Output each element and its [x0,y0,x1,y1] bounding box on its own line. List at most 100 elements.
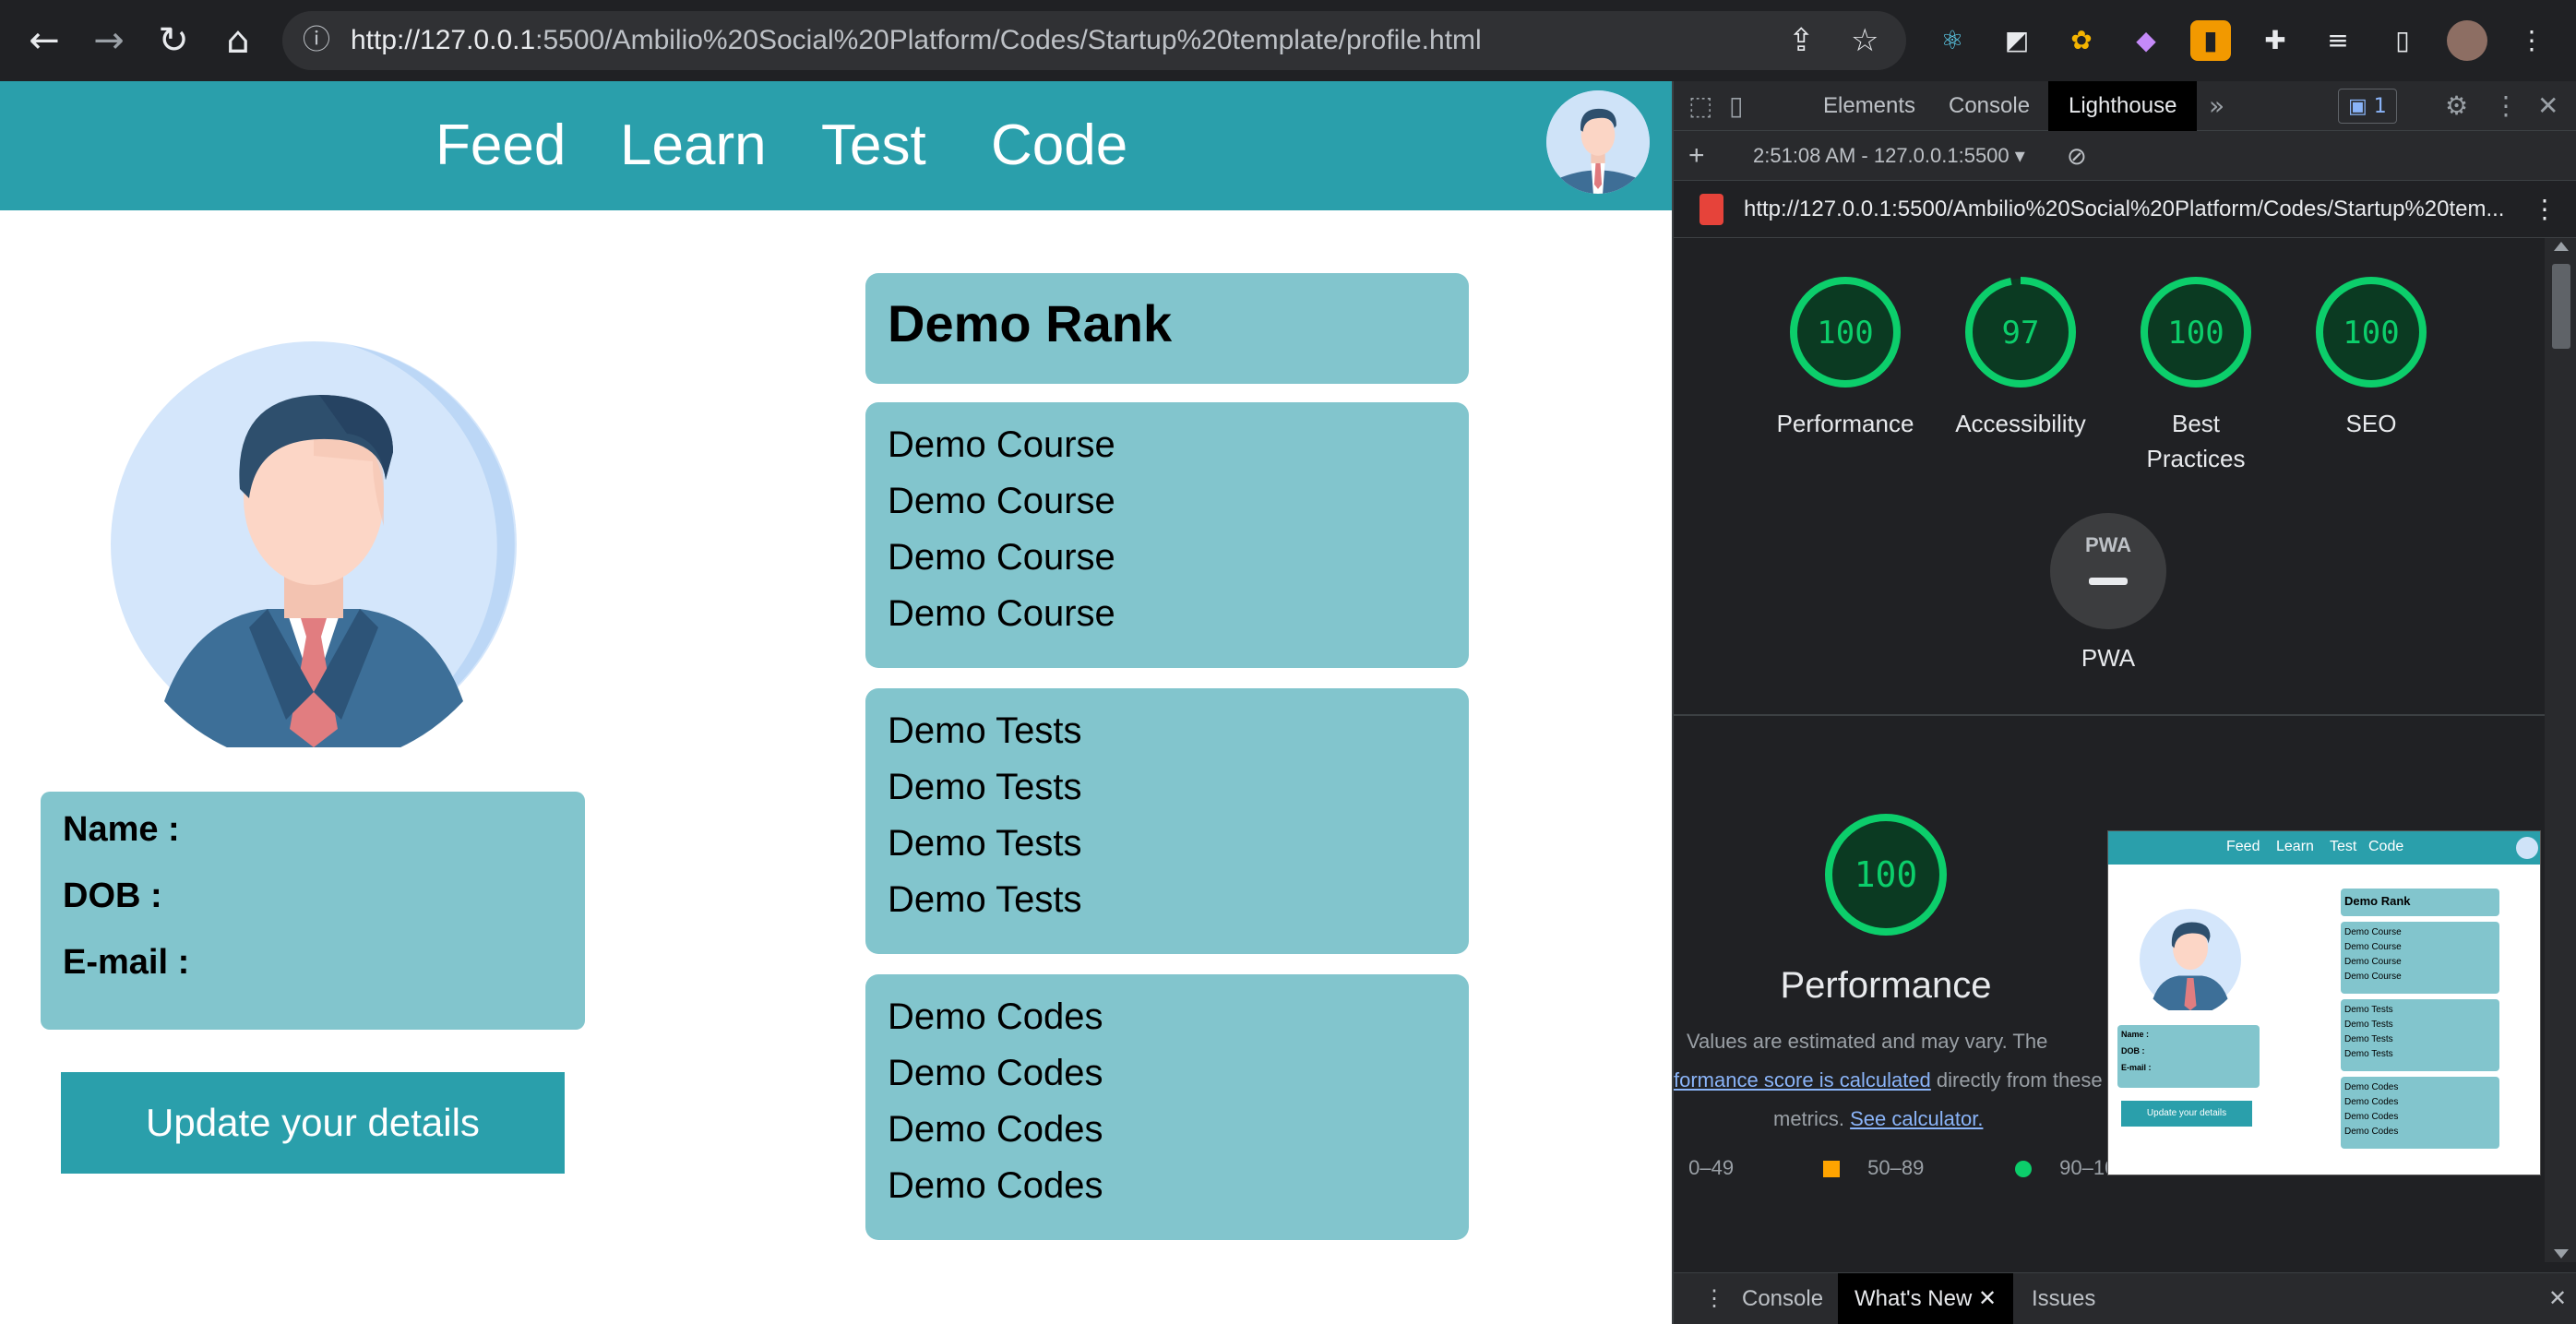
close-drawer-icon[interactable]: ✕ [2532,1273,2576,1324]
nav-link-feed[interactable]: Feed [435,109,566,183]
test-item[interactable]: Demo Tests [888,703,1081,758]
thumb-dob: DOB : [2121,1046,2145,1056]
address-bar[interactable]: ⓘ http://127.0.0.1:5500/Ambilio%20Social… [282,11,1906,70]
legend-average-icon [1823,1161,1840,1178]
code-item[interactable]: Demo Codes [888,989,1103,1044]
more-tabs-icon[interactable]: » [2209,81,2224,131]
scrollbar-thumb[interactable] [2552,264,2570,349]
report-url[interactable]: http://127.0.0.1:5500/Ambilio%20Social%2… [1744,181,2504,238]
test-item[interactable]: Demo Tests [888,816,1081,871]
course-item[interactable]: Demo Course [888,586,1115,641]
side-panel-icon[interactable]: ▯ [2382,20,2423,61]
thumb-test: Demo Tests [2344,1005,2393,1015]
inspect-element-icon[interactable]: ⬚ [1688,81,1712,131]
gauge-performance[interactable]: 100 [1786,273,1904,391]
url-path: :5500/Ambilio%20Social%20Platform/Codes/… [535,25,1482,55]
scroll-down-icon[interactable] [2554,1249,2569,1258]
issues-badge[interactable]: ▣ 1 [2338,89,2397,124]
back-icon[interactable]: ← [18,0,70,81]
nav-link-test[interactable]: Test [821,109,926,183]
bookmark-star-icon[interactable]: ☆ [1851,11,1878,70]
thumb-nav-feed: Feed [2226,839,2260,854]
update-details-button[interactable]: Update your details [61,1072,565,1174]
thumb-course: Demo Course [2344,957,2402,967]
page-screenshot-thumbnail[interactable]: Feed Learn Test Code Name : DOB : E-mail… [2107,830,2541,1175]
devtools-menu-icon[interactable]: ⋮ [2493,81,2519,131]
new-report-icon[interactable]: + [1688,131,1705,181]
menu-kebab-icon[interactable]: ⋮ [2511,20,2552,61]
nav-link-learn[interactable]: Learn [620,109,767,183]
gauge-ring: 100 [2316,277,2427,388]
nav-link-code[interactable]: Code [991,109,1127,183]
name-label: Name : [63,810,180,849]
pwa-label: PWA [2081,644,2136,672]
performance-title: Performance [1780,965,1992,1006]
gauge-value: 97 [2002,315,2040,352]
legend-fail: 0–49 [1683,1150,1734,1187]
course-item[interactable]: Demo Course [888,530,1115,585]
react-devtools-icon[interactable]: ⚛ [1932,20,1973,61]
thumb-nav-learn: Learn [2276,839,2314,854]
drawer-tab-whats-new[interactable]: What's New ✕ [1838,1273,2014,1324]
share-icon[interactable]: ⇪ [1788,11,1815,70]
settings-gear-icon[interactable]: ⚙ [2445,81,2468,131]
code-item[interactable]: Demo Codes [888,1158,1103,1213]
test-item[interactable]: Demo Tests [888,872,1081,927]
home-icon[interactable]: ⌂ [212,0,264,81]
course-item[interactable]: Demo Course [888,473,1115,529]
gauge-ring: 100 [2141,277,2251,388]
lighthouse-toolbar: + 2:51:08 AM - 127.0.0.1:5500 ▾ ⊘ [1674,131,2576,181]
code-item[interactable]: Demo Codes [888,1045,1103,1101]
browser-toolbar: ← → ↻ ⌂ ⓘ http://127.0.0.1:5500/Ambilio%… [0,0,2576,81]
gauge-value: 100 [1854,854,1918,895]
devtools-scrollbar[interactable] [2545,238,2576,1262]
extension-icon[interactable]: ◩ [1997,20,2037,61]
thumb-update-button: Update your details [2121,1101,2252,1127]
close-devtools-icon[interactable]: ✕ [2537,81,2558,131]
gauge-value: 100 [2167,315,2224,352]
score-calc-link[interactable]: formance score is calculated [1674,1068,1931,1091]
thumb-nav-code: Code [2368,839,2404,854]
user-avatar-icon [1546,90,1650,194]
clear-reports-icon[interactable]: ⊘ [2067,131,2087,181]
thumb-code: Demo Codes [2344,1112,2399,1122]
profile-avatar[interactable] [2447,20,2487,61]
nav-avatar[interactable] [1546,90,1650,194]
tab-lighthouse[interactable]: Lighthouse [2048,81,2198,131]
extension-orange-icon[interactable]: ▮ [2190,20,2231,61]
extension-purple-icon[interactable]: ◆ [2126,20,2166,61]
media-queue-icon[interactable]: ≡ [2318,20,2358,61]
thumb-avatar [2516,837,2538,859]
drawer-tab-issues[interactable]: Issues [2015,1273,2112,1324]
code-item[interactable]: Demo Codes [888,1102,1103,1157]
forward-icon[interactable]: → [83,0,135,81]
device-toolbar-icon[interactable]: ▯ [1729,81,1743,131]
rank-title: Demo Rank [888,294,1173,352]
pwa-badge[interactable]: PWA [2050,513,2166,629]
drawer-tab-console[interactable]: Console [1725,1273,1840,1324]
gauge-value: 100 [2343,315,2399,352]
course-item[interactable]: Demo Course [888,417,1115,472]
gauge-accessibility[interactable]: 97 [1962,273,2080,391]
close-tab-icon[interactable]: ✕ [1978,1286,1997,1311]
thumb-email: E-mail : [2121,1063,2152,1072]
dob-label: DOB : [63,877,162,915]
report-selector[interactable]: 2:51:08 AM - 127.0.0.1:5500 ▾ [1753,131,2025,181]
perf-desc-line3: metrics. See calculator. [1773,1100,1983,1139]
gauge-best-practices[interactable]: 100 [2137,273,2255,391]
thumb-tests-card: Demo Tests Demo Tests Demo Tests Demo Te… [2341,999,2499,1071]
reload-icon[interactable]: ↻ [148,0,199,81]
url-text[interactable]: http://127.0.0.1:5500/Ambilio%20Social%2… [351,11,1482,70]
puzzle-extensions-icon[interactable]: ✚ [2255,20,2296,61]
test-item[interactable]: Demo Tests [888,759,1081,815]
color-picker-icon[interactable]: ✿ [2061,20,2102,61]
report-menu-icon[interactable]: ⋮ [2532,181,2558,238]
tab-console[interactable]: Console [1928,81,2050,131]
drawer-tab-whats-new-label: What's New [1854,1286,1973,1311]
scroll-up-icon[interactable] [2554,242,2569,251]
perf-desc-line2: formance score is calculated directly fr… [1674,1061,2103,1100]
site-info-icon[interactable]: ⓘ [303,11,330,70]
see-calculator-link[interactable]: See calculator. [1850,1107,1983,1130]
tab-elements[interactable]: Elements [1803,81,1936,131]
gauge-seo[interactable]: 100 [2312,273,2430,391]
